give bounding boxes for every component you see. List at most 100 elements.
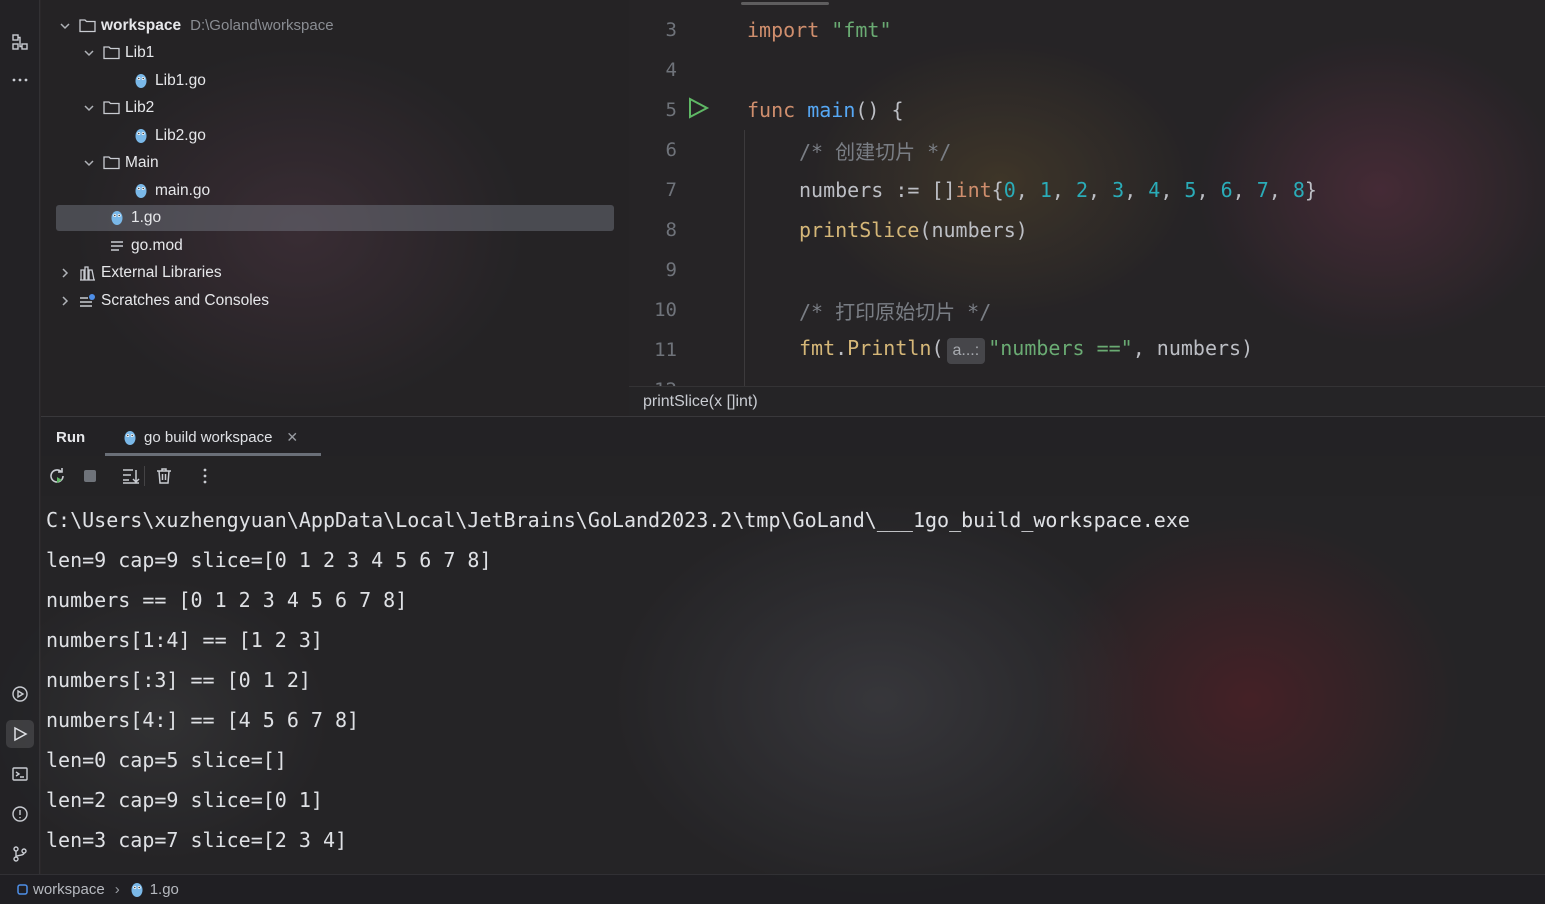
status-project-label: workspace xyxy=(33,881,105,898)
run-gutter-icon[interactable] xyxy=(686,96,710,124)
tool-window-strip xyxy=(0,0,40,874)
breadcrumb-function[interactable]: printSlice(x []int) xyxy=(643,393,758,411)
tree-label: Main xyxy=(125,153,159,171)
number-literal: 3 xyxy=(1112,178,1125,202)
line-number: 11 xyxy=(654,339,677,361)
tree-label: Lib2 xyxy=(125,98,155,116)
chevron-down-icon[interactable] xyxy=(82,101,96,115)
tree-item-main-go[interactable]: main.go xyxy=(41,177,629,204)
folder-icon xyxy=(102,154,120,172)
tree-root-workspace[interactable]: workspace D:\Goland\workspace xyxy=(41,12,629,39)
variable: numbers xyxy=(799,178,884,202)
run-tool-header: Run go build workspace ✕ xyxy=(41,416,1545,456)
chevron-down-icon[interactable] xyxy=(82,46,96,60)
console-line: numbers == [0 1 2 3 4 5 6 7 8] xyxy=(46,588,408,612)
code-line[interactable]: 7 numbers := []int{0, 1, 2, 3, 4, 5, 6, … xyxy=(629,170,1545,210)
console-line: numbers[4:] == [4 5 6 7 8] xyxy=(46,708,360,732)
code-text: := [] xyxy=(883,178,956,202)
code-text: } xyxy=(1304,178,1317,202)
run-tab-label: go build workspace xyxy=(144,428,273,446)
keyword: import xyxy=(747,18,820,42)
line-number: 7 xyxy=(665,179,677,201)
run-tool-icon[interactable] xyxy=(6,720,34,748)
tree-item-external-libraries[interactable]: External Libraries xyxy=(41,259,629,286)
scroll-to-end-icon[interactable] xyxy=(119,464,143,488)
tree-item-1-go[interactable]: 1.go xyxy=(41,204,629,231)
more-options-icon[interactable] xyxy=(193,464,217,488)
folder-icon xyxy=(78,17,96,35)
structure-icon[interactable] xyxy=(6,28,34,56)
editor-breadcrumb[interactable]: printSlice(x []int) xyxy=(629,386,1545,416)
tree-label-root: workspace xyxy=(101,16,182,34)
string-literal: "numbers ==" xyxy=(988,336,1133,360)
line-number: 6 xyxy=(665,139,677,161)
tree-label: 1.go xyxy=(131,208,162,226)
code-line[interactable]: 3 import "fmt" xyxy=(629,10,1545,50)
tree-item-scratches[interactable]: Scratches and Consoles xyxy=(41,287,629,314)
parameter-hint: a...: xyxy=(946,338,986,364)
more-icon[interactable] xyxy=(6,66,34,94)
go-file-icon xyxy=(132,182,150,200)
folder-icon xyxy=(102,99,120,117)
library-icon xyxy=(78,264,96,282)
line-number: 12 xyxy=(641,379,677,386)
chevron-right-icon: › xyxy=(114,881,120,898)
go-file-icon xyxy=(132,127,150,145)
tree-label: Scratches and Consoles xyxy=(101,291,270,309)
tree-root-path: D:\Goland\workspace xyxy=(190,17,334,34)
tree-item-main[interactable]: Main xyxy=(41,149,629,176)
run-console[interactable]: C:\Users\xuzhengyuan\AppData\Local\JetBr… xyxy=(41,496,1545,874)
close-icon[interactable]: ✕ xyxy=(286,429,298,446)
code-line[interactable]: 10 /* 打印原始切片 */ xyxy=(629,290,1545,330)
code-line[interactable]: 8 printSlice(numbers) xyxy=(629,210,1545,250)
run-config-tab[interactable]: go build workspace ✕ xyxy=(107,417,321,457)
function-name: main xyxy=(807,98,856,122)
tree-label: main.go xyxy=(155,181,211,199)
status-file[interactable]: 1.go xyxy=(130,881,179,898)
problems-icon[interactable] xyxy=(6,800,34,828)
code-line[interactable]: 9 xyxy=(629,250,1545,290)
number-literal: 0 xyxy=(1003,178,1016,202)
go-file-icon xyxy=(121,428,139,446)
number-literal: 8 xyxy=(1292,178,1305,202)
code-line[interactable]: 11 fmt.Println(a...: "numbers ==", number… xyxy=(629,330,1545,370)
tree-item-lib2[interactable]: Lib2 xyxy=(41,94,629,121)
tree-label: go.mod xyxy=(131,236,183,254)
trash-icon[interactable] xyxy=(152,464,176,488)
number-literal: 7 xyxy=(1256,178,1269,202)
status-bar: workspace › 1.go xyxy=(0,874,1545,904)
chevron-right-icon[interactable] xyxy=(58,266,72,280)
code-line[interactable]: 6 /* 创建切片 */ xyxy=(629,130,1545,170)
project-tree-panel: workspace D:\Goland\workspace Lib1 Lib1.… xyxy=(41,0,629,416)
status-project[interactable]: workspace xyxy=(17,881,105,898)
stop-icon[interactable] xyxy=(78,464,102,488)
line-number: 3 xyxy=(665,19,677,41)
number-literal: 4 xyxy=(1148,178,1161,202)
run-toolbar xyxy=(41,456,1545,496)
tree-item-lib1[interactable]: Lib1 xyxy=(41,39,629,66)
services-icon[interactable] xyxy=(6,680,34,708)
code-line[interactable]: 5 func main() { xyxy=(629,90,1545,130)
git-icon[interactable] xyxy=(6,840,34,868)
chevron-right-icon[interactable] xyxy=(58,294,72,308)
function-call: printSlice xyxy=(799,218,920,242)
rerun-icon[interactable] xyxy=(45,464,69,488)
tree-item-go-mod[interactable]: go.mod xyxy=(41,232,629,259)
chevron-down-icon[interactable] xyxy=(82,156,96,170)
number-literal: 6 xyxy=(1220,178,1233,202)
tree-label: Lib1 xyxy=(125,43,155,61)
terminal-icon[interactable] xyxy=(6,760,34,788)
console-line: len=2 cap=9 slice=[0 1] xyxy=(46,788,323,812)
console-line: C:\Users\xuzhengyuan\AppData\Local\JetBr… xyxy=(46,508,1190,532)
code-editor[interactable]: 3 import "fmt" 4 5 func main() { 6 /* 创建… xyxy=(629,0,1545,386)
status-file-label: 1.go xyxy=(149,881,179,898)
type-name: int xyxy=(955,178,992,202)
console-line: len=9 cap=9 slice=[0 1 2 3 4 5 6 7 8] xyxy=(46,548,492,572)
code-line[interactable]: 12 xyxy=(629,370,1545,386)
comment: /* 打印原始切片 */ xyxy=(799,299,992,324)
tree-item-lib1-go[interactable]: Lib1.go xyxy=(41,67,629,94)
chevron-down-icon[interactable] xyxy=(58,19,72,33)
tree-item-lib2-go[interactable]: Lib2.go xyxy=(41,122,629,149)
code-line[interactable]: 4 xyxy=(629,50,1545,90)
line-number: 4 xyxy=(665,59,677,81)
